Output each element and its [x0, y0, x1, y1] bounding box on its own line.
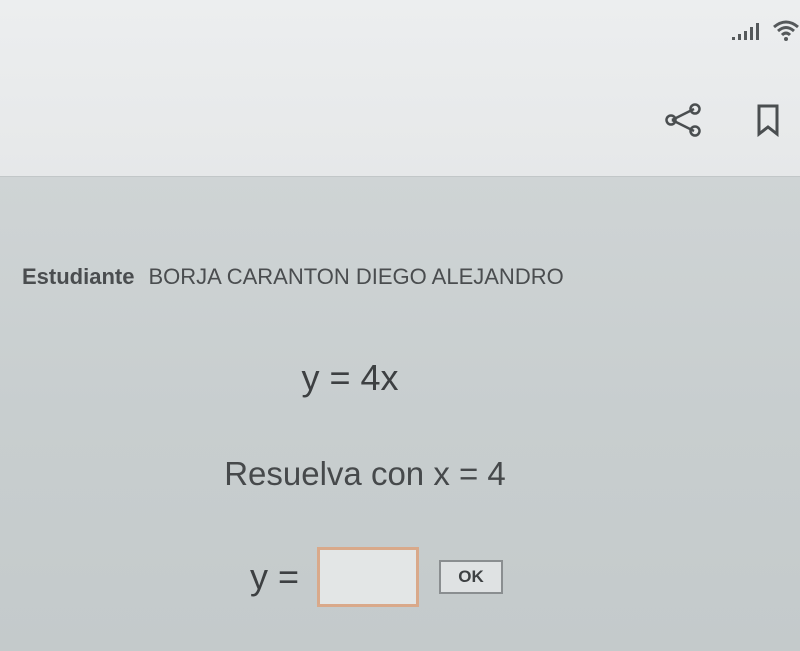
status-bar [730, 18, 800, 47]
app-header [0, 0, 800, 177]
student-name: BORJA CARANTON DIEGO ALEJANDRO [148, 264, 564, 289]
signal-icon [730, 20, 764, 47]
student-info: Estudiante BORJA CARANTON DIEGO ALEJANDRO [22, 264, 564, 290]
bookmark-icon [754, 103, 782, 142]
ok-button[interactable]: OK [439, 560, 504, 594]
exercise-panel: Estudiante BORJA CARANTON DIEGO ALEJANDRO… [0, 177, 800, 651]
wifi-icon [772, 18, 800, 47]
equation: y = 4x [301, 357, 399, 398]
answer-row: y = OK [250, 547, 504, 607]
student-label: Estudiante [22, 264, 135, 289]
answer-label: y = [250, 556, 300, 597]
share-icon [664, 102, 704, 143]
instruction: Resuelva con x = 4 [224, 455, 506, 492]
answer-input[interactable] [317, 547, 420, 607]
bookmark-button[interactable] [746, 100, 790, 144]
share-button[interactable] [662, 100, 706, 144]
